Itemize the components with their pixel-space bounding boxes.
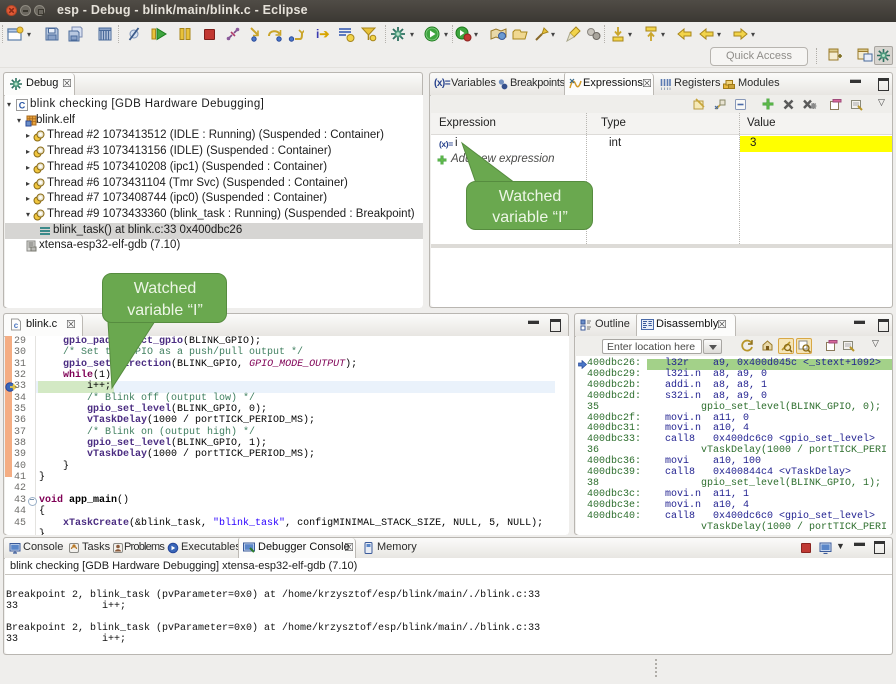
- svg-text:Watched: Watched: [134, 280, 197, 297]
- svg-text:C: C: [19, 101, 26, 111]
- svg-text:variable “I”: variable “I”: [492, 209, 568, 226]
- svg-text:c: c: [14, 321, 19, 330]
- svg-text:variable “I”: variable “I”: [127, 302, 203, 319]
- svg-text:Watched: Watched: [499, 188, 562, 205]
